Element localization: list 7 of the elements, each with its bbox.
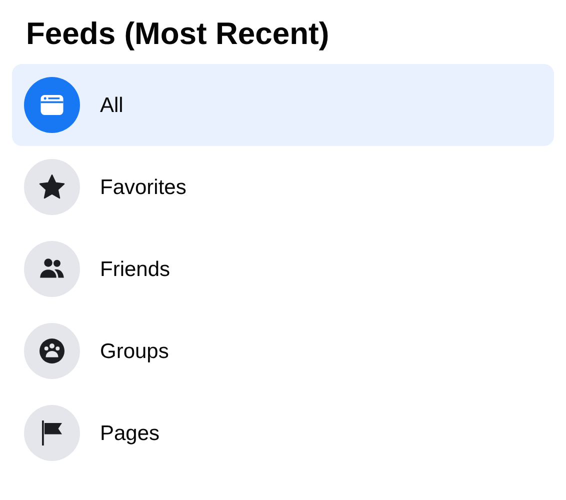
feed-item[interactable]: Friends <box>12 228 554 310</box>
feed-item[interactable]: Pages <box>12 392 554 474</box>
group-icon <box>37 336 67 366</box>
feed-item[interactable]: Favorites <box>12 146 554 228</box>
feed-list-title: Feeds (Most Recent) <box>26 15 330 53</box>
feed-item[interactable]: All <box>12 64 554 146</box>
feed-item[interactable]: Groups <box>12 310 554 392</box>
